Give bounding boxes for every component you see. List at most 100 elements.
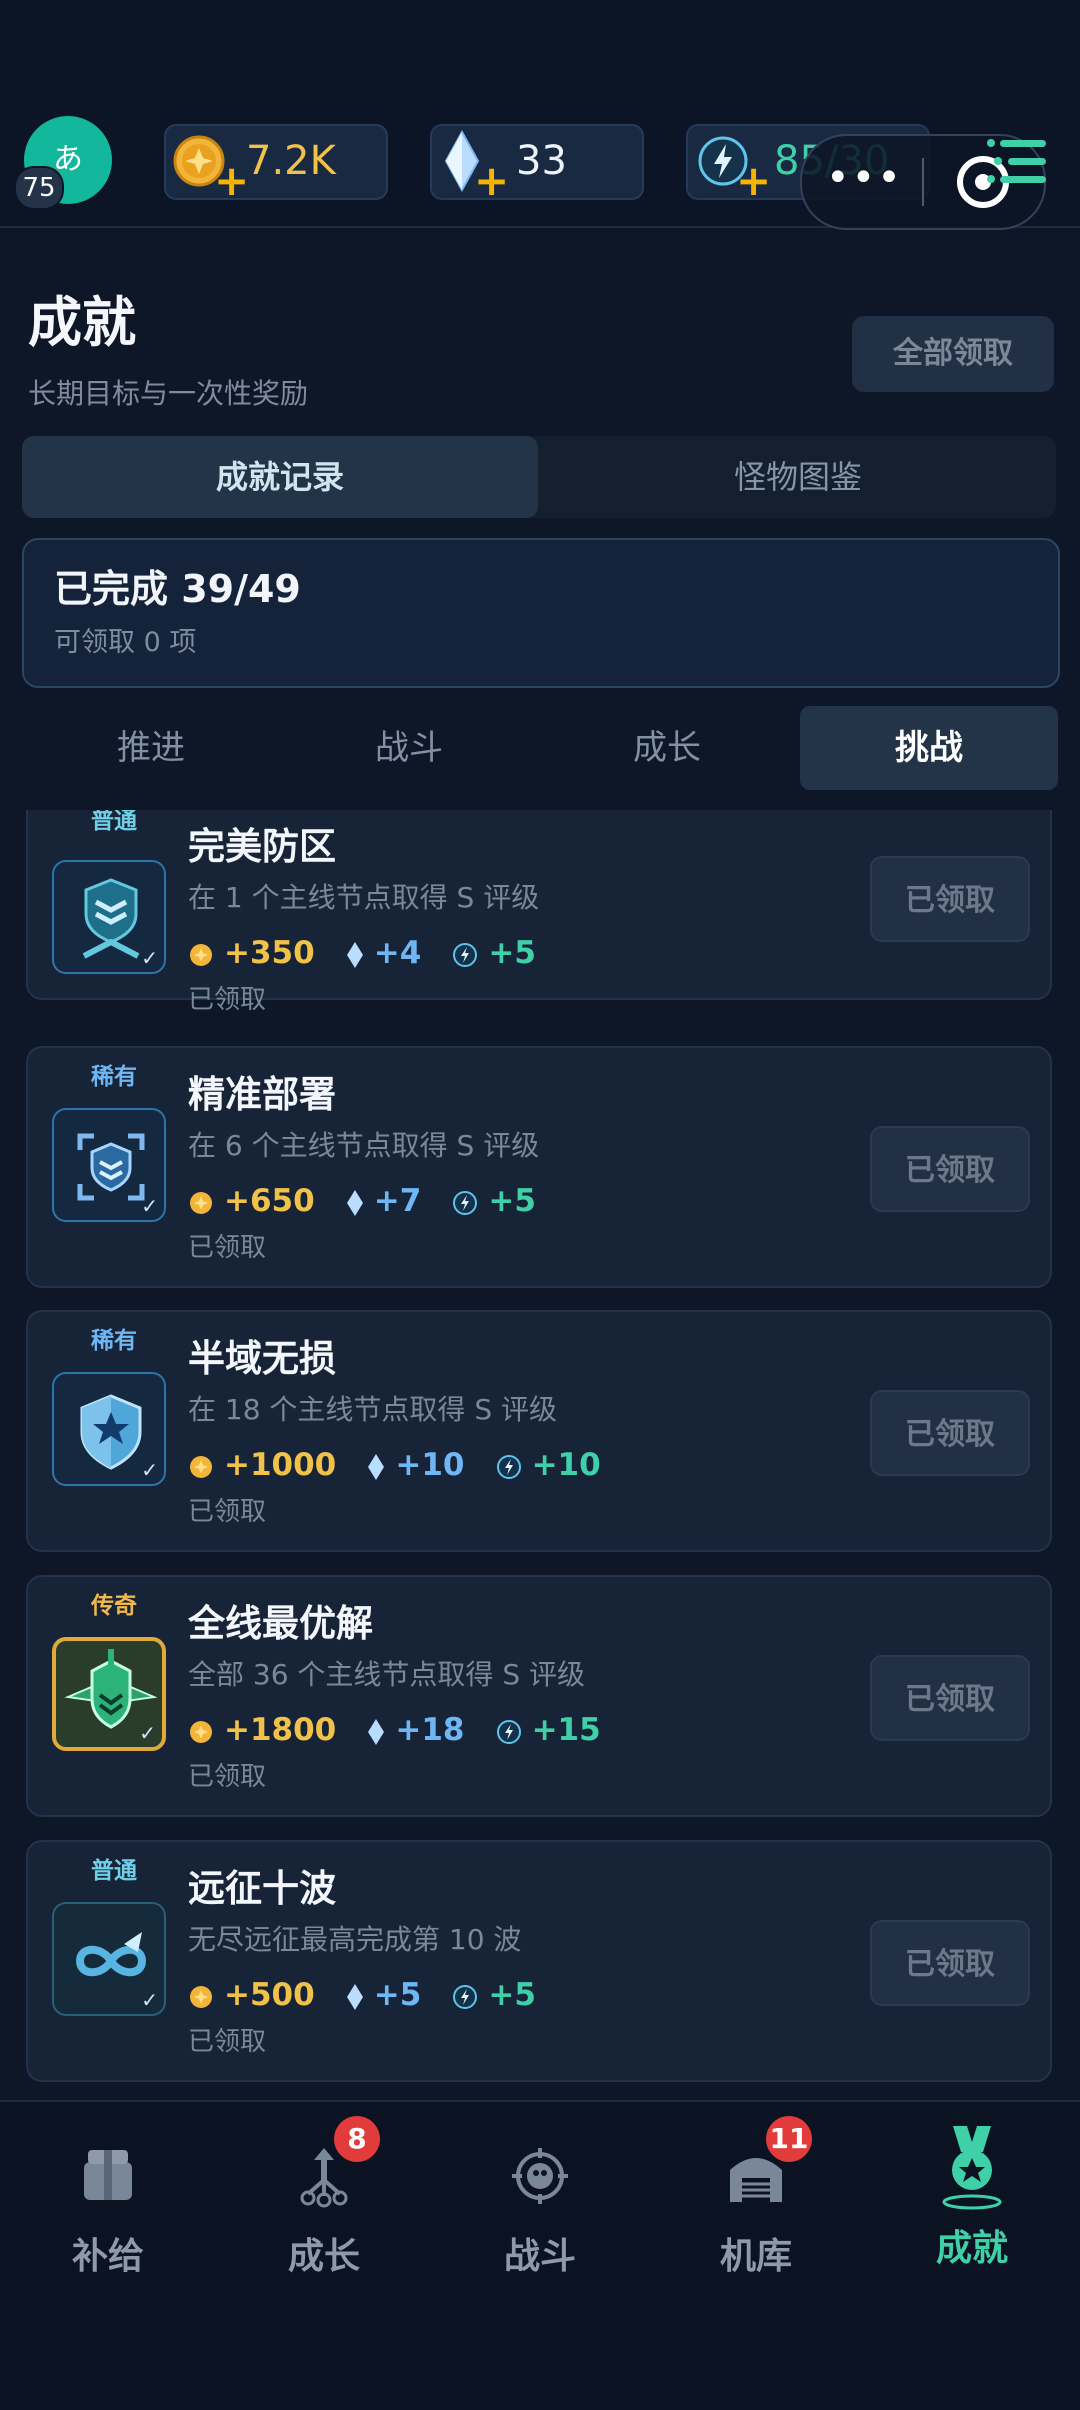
nav-label: 成就 bbox=[935, 2228, 1008, 2269]
reward-gems: +10 bbox=[367, 1444, 464, 1486]
reward-gems: +18 bbox=[367, 1709, 464, 1751]
energy-bolt-icon bbox=[453, 942, 478, 967]
achievement-card: 普通 ✓ 完美防区 在 1 个主线节点取得 S 评级 +350 +4 +5 已领… bbox=[26, 810, 1052, 1015]
nav-hangar[interactable]: 11 机库 bbox=[648, 2116, 864, 2316]
gold-coin-icon bbox=[190, 1985, 212, 2008]
gold-add-icon[interactable]: + bbox=[214, 160, 249, 202]
claimed-button[interactable]: 已领取 bbox=[870, 1126, 1030, 1212]
reward-gems: +7 bbox=[346, 1180, 421, 1222]
gold-counter[interactable]: + 7.2K bbox=[164, 124, 388, 202]
gem-counter[interactable]: + 33 bbox=[430, 124, 644, 202]
rarity-label: 稀有 bbox=[91, 1328, 137, 1354]
reward-energy: +5 bbox=[452, 932, 536, 974]
gold-coin-icon bbox=[190, 943, 212, 966]
claimed-check-icon: ✓ bbox=[141, 1988, 158, 2012]
reward-gems: +4 bbox=[346, 932, 421, 974]
reward-energy: +5 bbox=[452, 1974, 536, 2016]
achievement-card: 传奇 ✓ 全线最优解 全部 36 个主线节点取得 S 评级 +1800 +18 … bbox=[26, 1575, 1052, 1817]
page-subtitle: 长期目标与一次性奖励 bbox=[28, 377, 309, 410]
achievement-title: 完美防区 bbox=[188, 825, 336, 868]
gem-amount: 33 bbox=[516, 138, 567, 184]
claimed-button[interactable]: 已领取 bbox=[870, 1655, 1030, 1741]
claimed-check-icon: ✓ bbox=[141, 1194, 158, 1218]
rarity-label: 普通 bbox=[91, 810, 137, 834]
nav-label: 机库 bbox=[719, 2236, 792, 2277]
energy-bolt-icon bbox=[496, 1719, 521, 1744]
level-badge: 75 bbox=[14, 166, 64, 210]
achievement-title: 远征十波 bbox=[188, 1867, 336, 1910]
claimed-button[interactable]: 已领取 bbox=[870, 856, 1030, 942]
nav-supply[interactable]: 补给 bbox=[0, 2116, 216, 2316]
reward-list: +1800 +18 +15 bbox=[188, 1709, 627, 1751]
gem-crystal-icon bbox=[346, 941, 363, 968]
achievement-card: 稀有 ✓ 精准部署 在 6 个主线节点取得 S 评级 +650 +7 +5 已领… bbox=[26, 1046, 1052, 1288]
gem-crystal-icon bbox=[368, 1453, 385, 1480]
claim-status: 已领取 bbox=[188, 1497, 267, 1527]
notification-badge: 8 bbox=[334, 2116, 380, 2162]
claimed-check-icon: ✓ bbox=[139, 1721, 156, 1745]
achievement-icon-frame: ✓ bbox=[52, 1108, 166, 1222]
energy-bolt-icon bbox=[453, 1190, 478, 1215]
tab-combat[interactable]: 战斗 bbox=[280, 706, 538, 790]
achievement-list[interactable]: 普通 ✓ 完美防区 在 1 个主线节点取得 S 评级 +350 +4 +5 已领… bbox=[0, 810, 1080, 2100]
rarity-label: 稀有 bbox=[91, 1064, 137, 1090]
notification-badge: 11 bbox=[766, 2116, 812, 2162]
capsule-divider bbox=[922, 158, 924, 206]
tab-challenge[interactable]: 挑战 bbox=[800, 706, 1058, 790]
gem-add-icon[interactable]: + bbox=[474, 160, 509, 202]
more-options-icon[interactable]: ••• bbox=[826, 148, 903, 208]
claimed-check-icon: ✓ bbox=[141, 946, 158, 970]
tab-growth[interactable]: 成长 bbox=[538, 706, 796, 790]
reward-gold: +1000 bbox=[188, 1444, 336, 1486]
segment-control: 成就记录 怪物图鉴 bbox=[22, 436, 1056, 518]
achievement-title: 半域无损 bbox=[188, 1337, 336, 1380]
gold-coin-icon bbox=[190, 1191, 212, 1214]
achievement-icon-frame: ✓ bbox=[52, 1372, 166, 1486]
achievement-title: 精准部署 bbox=[188, 1073, 336, 1116]
gold-coin-icon bbox=[190, 1720, 212, 1743]
claim-status: 已领取 bbox=[188, 2027, 267, 2057]
nav-battle[interactable]: 战斗 bbox=[432, 2116, 648, 2316]
progress-card: 已完成 39/49 可领取 0 项 bbox=[22, 538, 1060, 688]
claim-all-button[interactable]: 全部领取 bbox=[852, 316, 1054, 392]
achievement-icon-frame: ✓ bbox=[52, 1637, 166, 1751]
achievement-description: 无尽远征最高完成第 10 波 bbox=[188, 1923, 522, 1956]
energy-bolt-icon bbox=[496, 1454, 521, 1479]
claimable-count: 可领取 0 项 bbox=[54, 627, 197, 658]
achievement-description: 在 1 个主线节点取得 S 评级 bbox=[188, 881, 540, 914]
reward-gems: +5 bbox=[346, 1974, 421, 2016]
tab-achievement-records[interactable]: 成就记录 bbox=[22, 436, 538, 518]
nav-achievements[interactable]: 成就 bbox=[864, 2116, 1080, 2316]
claim-status: 已领取 bbox=[188, 1762, 267, 1792]
achievement-card: 稀有 ✓ 半域无损 在 18 个主线节点取得 S 评级 +1000 +10 +1… bbox=[26, 1310, 1052, 1552]
gold-coin-icon bbox=[190, 1455, 212, 1478]
claimed-button[interactable]: 已领取 bbox=[870, 1920, 1030, 2006]
nav-growth[interactable]: 8 成长 bbox=[216, 2116, 432, 2316]
achievement-icon-frame: ✓ bbox=[52, 860, 166, 974]
reward-gold: +1800 bbox=[188, 1709, 336, 1751]
tab-monster-codex[interactable]: 怪物图鉴 bbox=[540, 436, 1056, 518]
achievement-card: 普通 ✓ 远征十波 无尽远征最高完成第 10 波 +500 +5 +5 已领取 … bbox=[26, 1840, 1052, 2082]
reward-list: +500 +5 +5 bbox=[188, 1974, 562, 2016]
reward-gold: +650 bbox=[188, 1180, 315, 1222]
nav-label: 战斗 bbox=[503, 2236, 576, 2277]
achievement-description: 在 18 个主线节点取得 S 评级 bbox=[188, 1393, 558, 1426]
menu-icon[interactable] bbox=[986, 138, 1048, 188]
reward-energy: +10 bbox=[496, 1444, 601, 1486]
energy-add-icon[interactable]: + bbox=[736, 160, 771, 202]
claimed-button[interactable]: 已领取 bbox=[870, 1390, 1030, 1476]
reward-gold: +350 bbox=[188, 932, 315, 974]
claim-status: 已领取 bbox=[188, 985, 267, 1015]
reward-energy: +15 bbox=[496, 1709, 601, 1751]
reward-gold: +500 bbox=[188, 1974, 315, 2016]
rarity-label: 传奇 bbox=[91, 1593, 137, 1619]
reward-energy: +5 bbox=[452, 1180, 536, 1222]
tab-progress[interactable]: 推进 bbox=[22, 706, 280, 790]
achievement-description: 全部 36 个主线节点取得 S 评级 bbox=[188, 1658, 586, 1691]
progress-count: 已完成 39/49 bbox=[54, 567, 301, 611]
gem-crystal-icon bbox=[346, 1189, 363, 1216]
medal-icon bbox=[942, 2126, 1002, 2210]
achievement-title: 全线最优解 bbox=[188, 1602, 373, 1645]
nav-label: 成长 bbox=[287, 2236, 360, 2277]
bottom-nav: 补给 8 成长 战斗 11 机库 成就 bbox=[0, 2100, 1080, 2410]
